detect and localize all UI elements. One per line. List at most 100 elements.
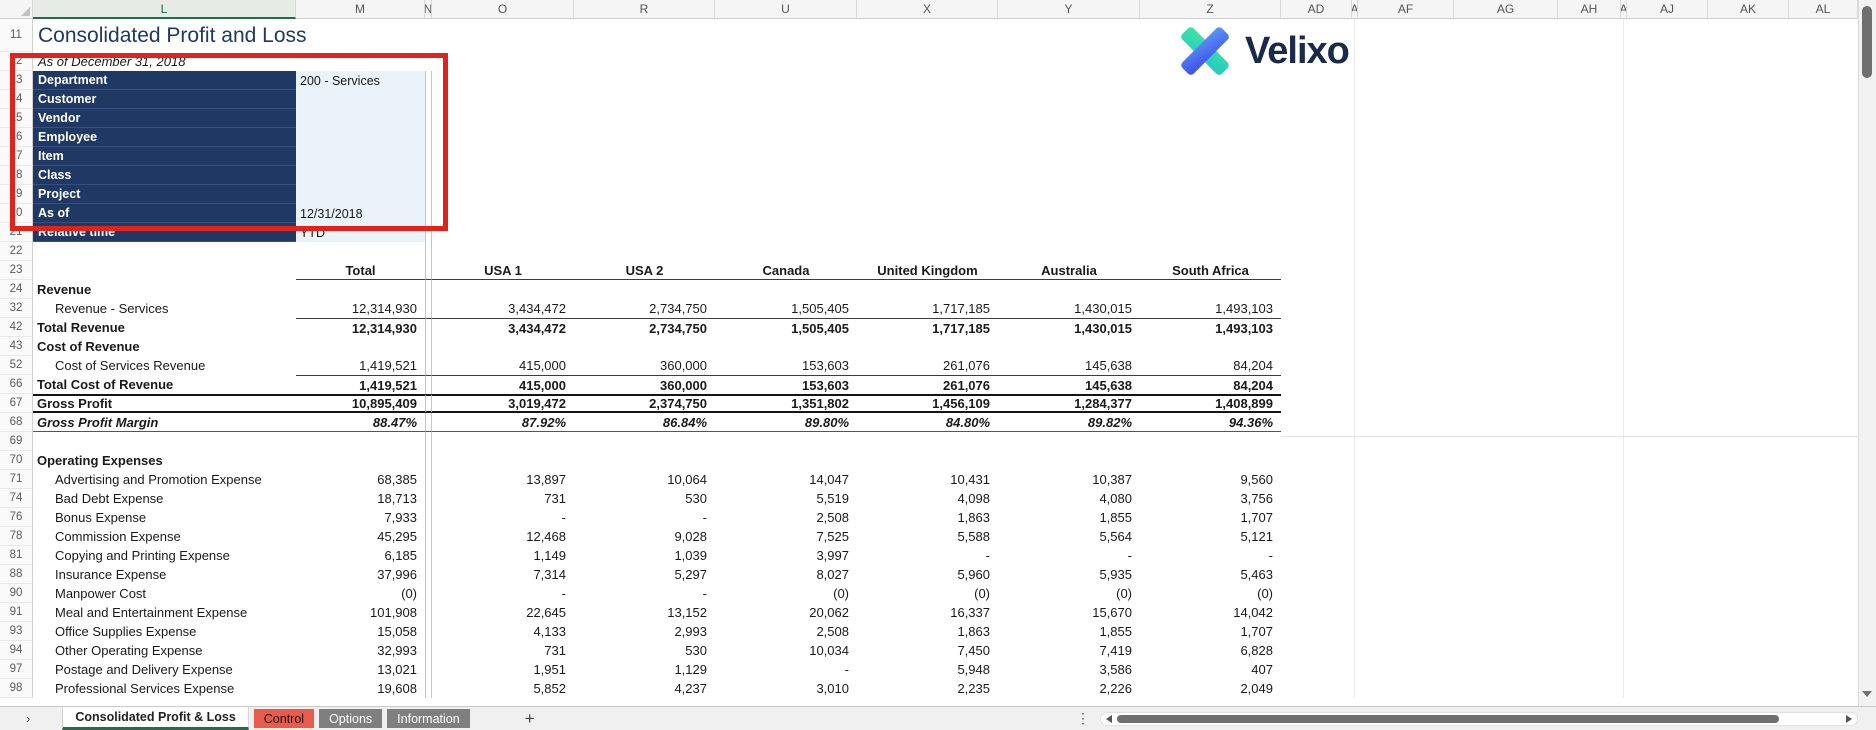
cell-total[interactable]	[296, 432, 425, 451]
cell-usa2[interactable]: 530	[574, 489, 715, 508]
cell-usa2[interactable]: 9,028	[574, 527, 715, 546]
cell-south-africa[interactable]	[1140, 451, 1281, 470]
row-header[interactable]: 68	[0, 413, 33, 432]
row-header[interactable]: 23	[0, 261, 33, 280]
row-header[interactable]: 11	[0, 19, 33, 52]
cell-total[interactable]: 32,993	[296, 641, 425, 660]
cell-usa2[interactable]: 10,064	[574, 470, 715, 489]
cell-australia[interactable]: (0)	[998, 584, 1140, 603]
cell-total[interactable]: 6,185	[296, 546, 425, 565]
cell-usa2[interactable]: -	[574, 508, 715, 527]
cell-canada[interactable]	[715, 280, 857, 299]
control-value-cell[interactable]	[296, 128, 425, 147]
cell-canada[interactable]: 1,505,405	[715, 299, 857, 318]
cell-usa1[interactable]: -	[432, 508, 574, 527]
cell-south-africa[interactable]: 1,493,103	[1140, 318, 1281, 337]
cell-canada[interactable]: 1,351,802	[715, 394, 857, 413]
vertical-scrollbar[interactable]	[1858, 0, 1876, 706]
cell-usa1[interactable]: 7,314	[432, 565, 574, 584]
row-header[interactable]: 22	[0, 242, 33, 261]
control-value-cell[interactable]	[296, 185, 425, 204]
row-label-cell[interactable]: Cost of Services Revenue	[33, 356, 296, 375]
cell-total[interactable]: 18,713	[296, 489, 425, 508]
cell-canada[interactable]: 89.80%	[715, 413, 857, 432]
cell-canada[interactable]: 5,519	[715, 489, 857, 508]
control-label-cell[interactable]: Item	[33, 147, 296, 166]
cell-usa2[interactable]	[574, 451, 715, 470]
row-header[interactable]: 94	[0, 641, 33, 660]
cell-canada[interactable]: 10,034	[715, 641, 857, 660]
control-label-cell[interactable]: Project	[33, 185, 296, 204]
cell-canada[interactable]: 2,508	[715, 508, 857, 527]
tab-overflow-menu-icon[interactable]: ⋮	[1076, 710, 1090, 727]
control-value-cell[interactable]	[296, 147, 425, 166]
column-header[interactable]: AL	[1789, 0, 1858, 19]
cell-australia[interactable]: 89.82%	[998, 413, 1140, 432]
report-title-cell[interactable]: Consolidated Profit and Loss	[33, 19, 1281, 52]
cell-south-africa[interactable]: 94.36%	[1140, 413, 1281, 432]
row-header[interactable]: 67	[0, 394, 33, 413]
cell-total[interactable]: 37,996	[296, 565, 425, 584]
column-header[interactable]: X	[857, 0, 998, 19]
row-header[interactable]: 98	[0, 679, 33, 698]
cell-canada[interactable]: -	[715, 660, 857, 679]
cell-usa2[interactable]	[574, 280, 715, 299]
cell-canada[interactable]	[715, 337, 857, 356]
cell-south-africa[interactable]	[1140, 242, 1281, 261]
row-label-cell[interactable]: Revenue	[33, 280, 296, 299]
row-label-cell[interactable]: Advertising and Promotion Expense	[33, 470, 296, 489]
cell-total[interactable]: 1,419,521	[296, 356, 425, 375]
cell-usa2[interactable]: 13,152	[574, 603, 715, 622]
row-label-cell[interactable]: Meal and Entertainment Expense	[33, 603, 296, 622]
row-header[interactable]: 81	[0, 546, 33, 565]
cell-canada[interactable]: 3,997	[715, 546, 857, 565]
cell-australia[interactable]: 1,855	[998, 622, 1140, 641]
cell-australia[interactable]	[998, 242, 1140, 261]
cell-canada[interactable]: 1,505,405	[715, 318, 857, 337]
row-label-cell[interactable]	[33, 432, 296, 451]
cell-usa1[interactable]	[432, 432, 574, 451]
control-label-cell[interactable]: Customer	[33, 90, 296, 109]
row-header[interactable]: 88	[0, 565, 33, 584]
cell-total[interactable]: Total	[296, 261, 425, 280]
row-label-cell[interactable]: Operating Expenses	[33, 451, 296, 470]
cell-canada[interactable]: 153,603	[715, 356, 857, 375]
add-sheet-button[interactable]: +	[525, 709, 535, 729]
horizontal-scrollbar[interactable]	[1100, 712, 1858, 726]
cell-total[interactable]: 7,933	[296, 508, 425, 527]
row-header[interactable]: 78	[0, 527, 33, 546]
cell-usa2[interactable]	[574, 337, 715, 356]
row-header[interactable]: 43	[0, 337, 33, 356]
column-header[interactable]: AK	[1708, 0, 1789, 19]
cell-united-kingdom[interactable]	[857, 337, 998, 356]
cell-south-africa[interactable]: 3,756	[1140, 489, 1281, 508]
column-header[interactable]: L	[33, 0, 296, 19]
row-label-cell[interactable]	[33, 242, 296, 261]
row-label-cell[interactable]: Commission Expense	[33, 527, 296, 546]
cell-australia[interactable]: 1,855	[998, 508, 1140, 527]
row-label-cell[interactable]: Office Supplies Expense	[33, 622, 296, 641]
control-label-cell[interactable]: Department	[33, 71, 296, 90]
cell-united-kingdom[interactable]: (0)	[857, 584, 998, 603]
cell-south-africa[interactable]: 84,204	[1140, 375, 1281, 394]
row-header[interactable]: 97	[0, 660, 33, 679]
cell-united-kingdom[interactable]: United Kingdom	[857, 261, 998, 280]
cell-total[interactable]: 13,021	[296, 660, 425, 679]
cell-australia[interactable]	[998, 451, 1140, 470]
cell-total[interactable]: 101,908	[296, 603, 425, 622]
row-label-cell[interactable]: Bonus Expense	[33, 508, 296, 527]
control-value-cell[interactable]: 200 - Services	[296, 71, 425, 90]
row-header[interactable]: 16	[0, 128, 33, 147]
control-label-cell[interactable]: Relative time	[33, 223, 296, 242]
cell-south-africa[interactable]	[1140, 337, 1281, 356]
row-header[interactable]: 24	[0, 280, 33, 299]
cell-usa2[interactable]	[574, 242, 715, 261]
cell-usa2[interactable]: 2,734,750	[574, 318, 715, 337]
column-header[interactable]: M	[296, 0, 425, 19]
row-header[interactable]: 76	[0, 508, 33, 527]
cell-usa1[interactable]: 12,468	[432, 527, 574, 546]
report-subtitle-cell[interactable]: As of December 31, 2018	[33, 52, 1281, 71]
vertical-scrollbar-thumb[interactable]	[1862, 6, 1872, 78]
cell-total[interactable]: 12,314,930	[296, 318, 425, 337]
cell-canada[interactable]: (0)	[715, 584, 857, 603]
